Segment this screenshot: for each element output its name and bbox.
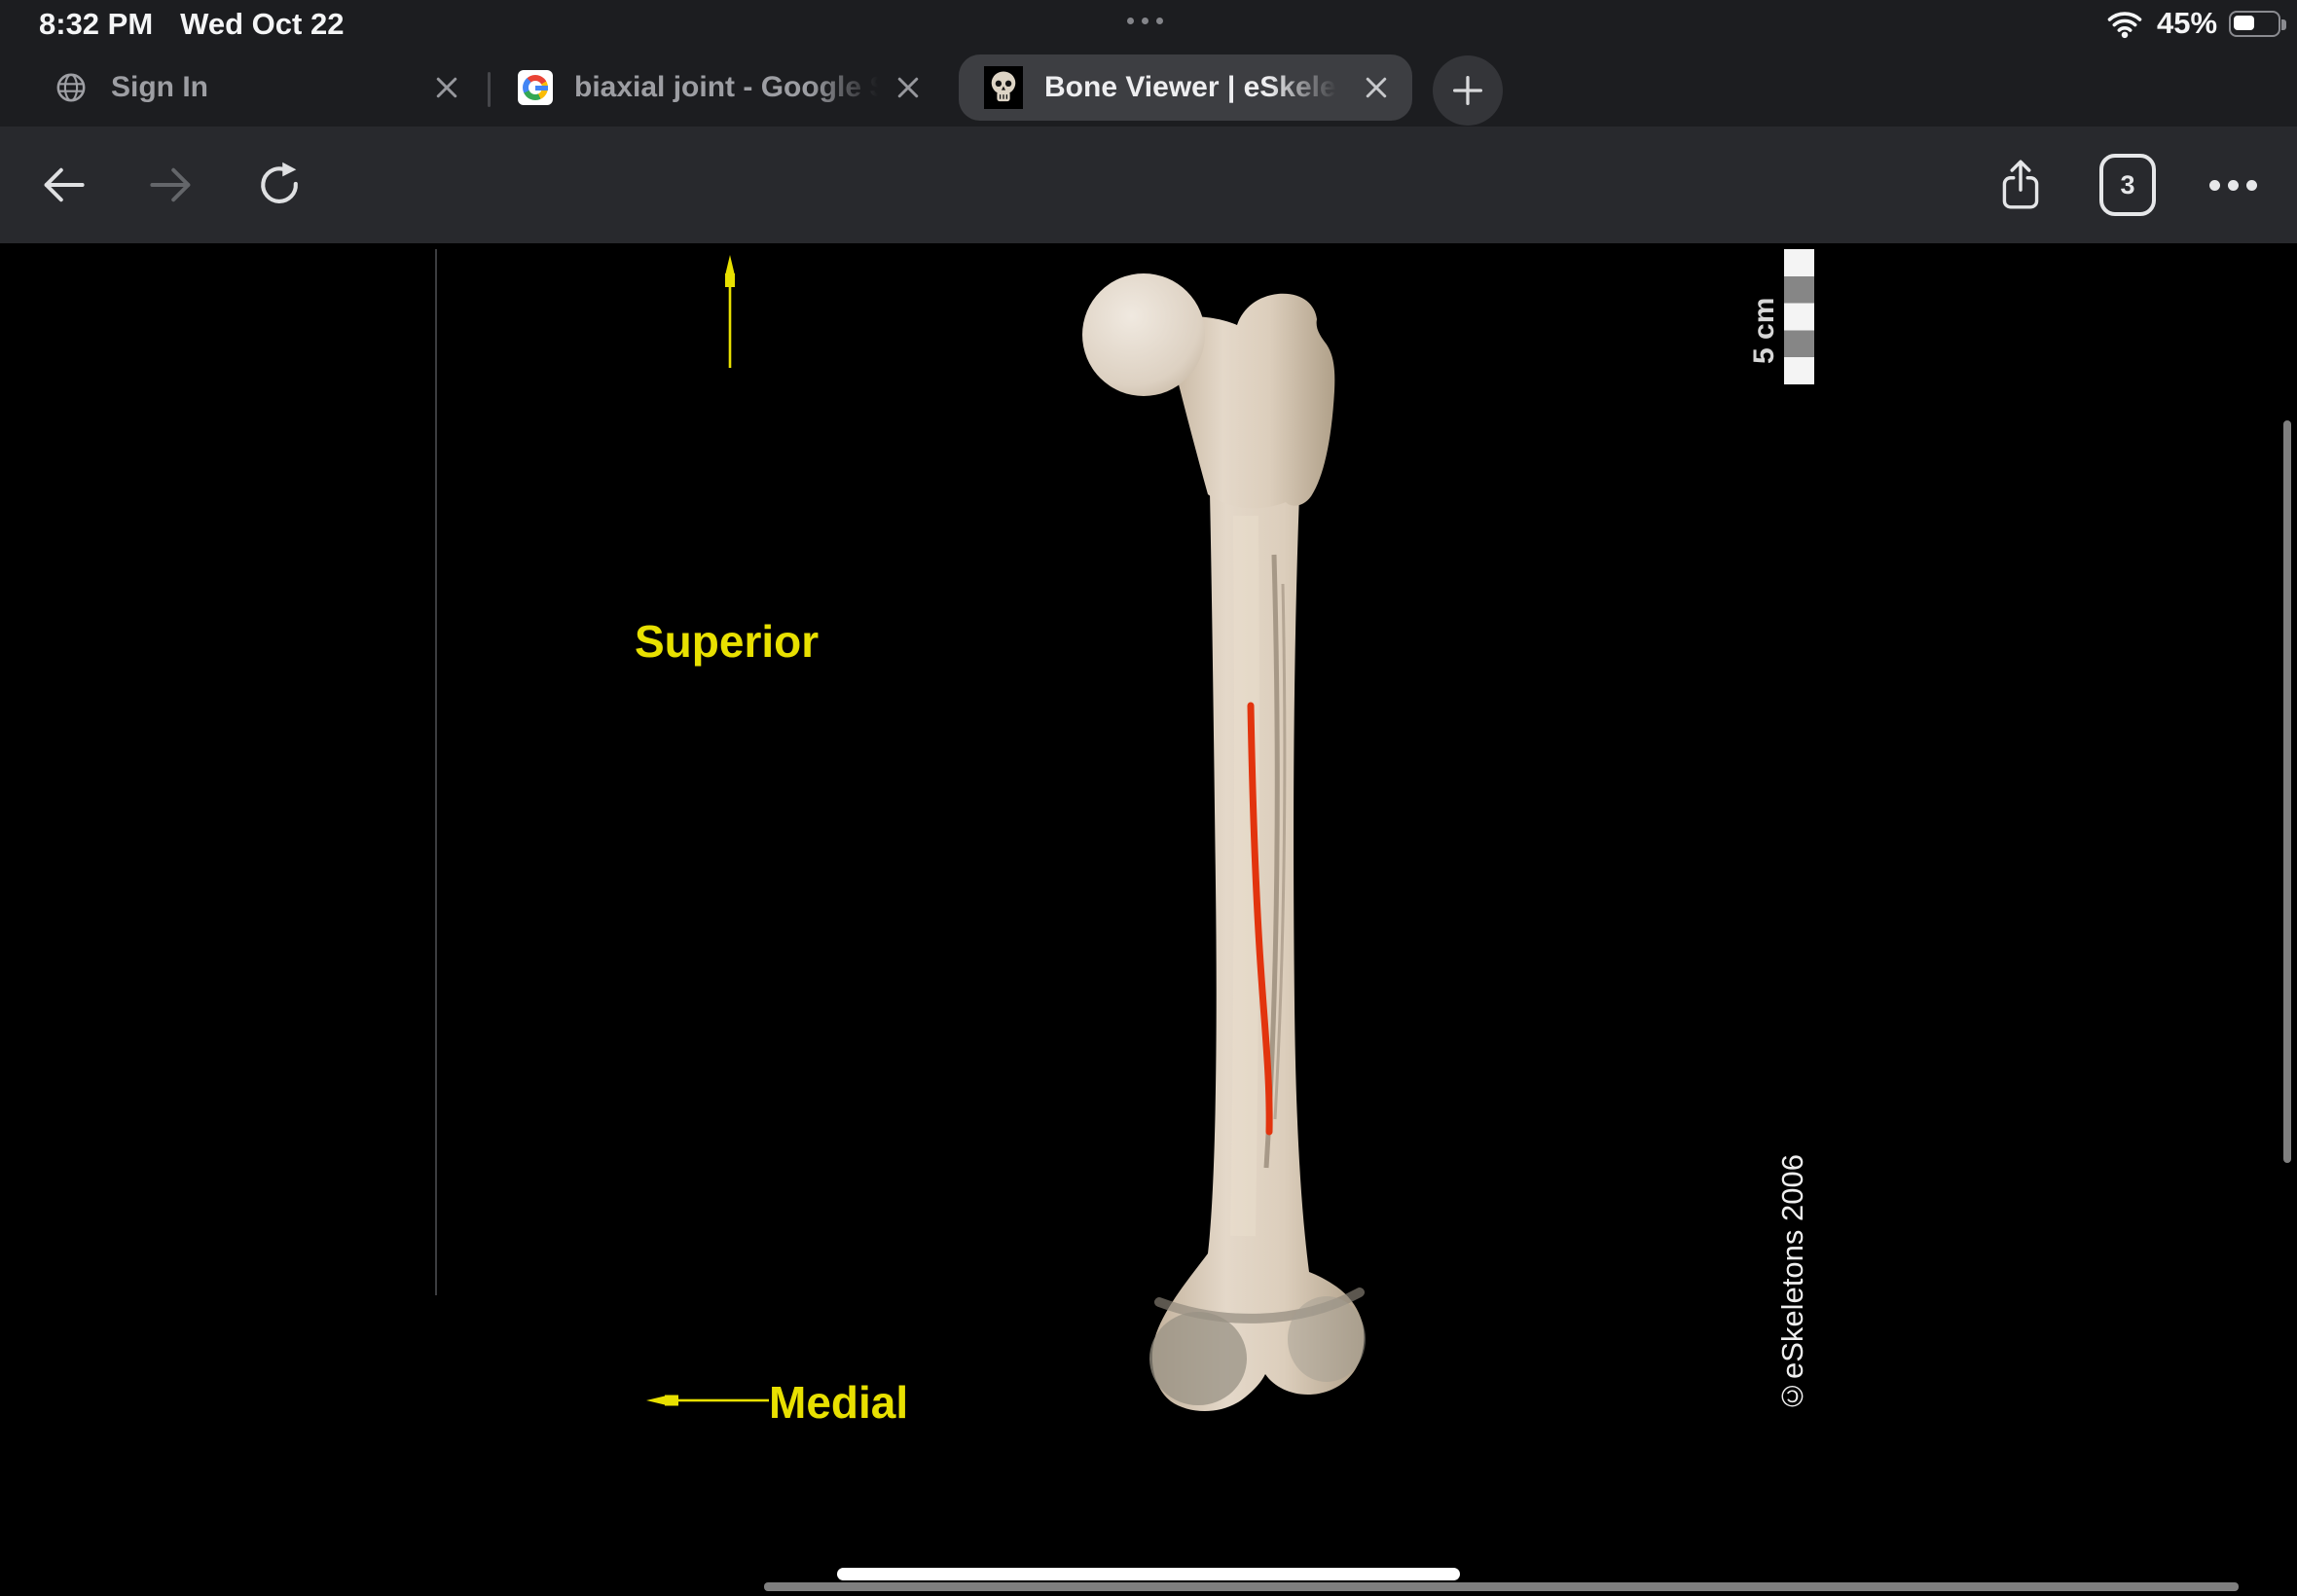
more-menu-button[interactable] — [2189, 127, 2277, 243]
share-button[interactable] — [1977, 127, 2064, 243]
wifi-icon — [2104, 9, 2145, 39]
femur-head — [1082, 273, 1205, 396]
tab-count-label: 3 — [2120, 170, 2134, 200]
bone-viewer-content: Superior 5 cm — [0, 243, 2297, 1596]
scale-label: 5 cm — [1748, 282, 1781, 364]
forward-icon — [148, 163, 195, 206]
status-bar-right: 45% — [2104, 6, 2280, 41]
clock-label: 8:32 PM — [39, 7, 153, 42]
tab-google-search[interactable]: biaxial joint - Google Se — [508, 54, 940, 121]
status-bar-left: 8:32 PM Wed Oct 22 — [39, 7, 344, 42]
scale-bar — [1784, 249, 1814, 384]
share-icon — [1998, 157, 2043, 213]
tab-title: biaxial joint - Google Se — [574, 71, 878, 104]
medial-arrow-icon — [646, 1389, 769, 1412]
back-icon — [40, 163, 87, 206]
skull-icon — [984, 66, 1023, 109]
plus-icon — [1451, 74, 1484, 107]
ellipsis-icon — [2209, 180, 2257, 191]
new-tab-button[interactable] — [1433, 55, 1503, 126]
multitask-dots-icon — [1127, 18, 1163, 24]
femur-image[interactable] — [1066, 263, 1377, 1421]
tab-divider — [488, 72, 491, 107]
tab-switcher-button[interactable]: 3 — [2084, 127, 2171, 243]
close-icon[interactable] — [893, 73, 923, 102]
google-icon — [518, 70, 553, 105]
globe-icon — [55, 71, 88, 104]
tabs-count-icon: 3 — [2099, 154, 2156, 216]
tab-bone-viewer-active[interactable]: Bone Viewer | eSkeleto — [959, 54, 1412, 121]
vertical-scrollbar[interactable] — [2283, 420, 2291, 1163]
close-icon[interactable] — [432, 73, 461, 102]
reload-icon — [254, 160, 305, 210]
frame-divider-line — [435, 249, 437, 1295]
battery-icon — [2229, 11, 2280, 37]
superior-arrow-icon — [718, 255, 742, 368]
browser-top-chrome: 8:32 PM Wed Oct 22 45% Sign In — [0, 0, 2297, 127]
home-indicator[interactable] — [837, 1568, 1460, 1580]
date-label: Wed Oct 22 — [180, 7, 344, 42]
reload-button[interactable] — [236, 127, 323, 243]
battery-percent-label: 45% — [2157, 6, 2217, 41]
copyright-label: ©eSkeletons 2006 — [1775, 1109, 1810, 1413]
medial-label: Medial — [769, 1376, 908, 1429]
back-button[interactable] — [19, 127, 107, 243]
forward-button[interactable] — [128, 127, 215, 243]
ipad-screen: 8:32 PM Wed Oct 22 45% Sign In — [0, 0, 2297, 1596]
tab-title: Sign In — [111, 71, 208, 104]
tab-sign-in[interactable]: Sign In — [39, 54, 479, 121]
tab-title: Bone Viewer | eSkeleto — [1044, 71, 1336, 104]
browser-nav-bar: eskeletons.org 3 — [0, 127, 2297, 243]
superior-label: Superior — [635, 615, 819, 668]
horizontal-scrollbar[interactable] — [764, 1582, 2239, 1591]
close-icon[interactable] — [1362, 73, 1391, 102]
